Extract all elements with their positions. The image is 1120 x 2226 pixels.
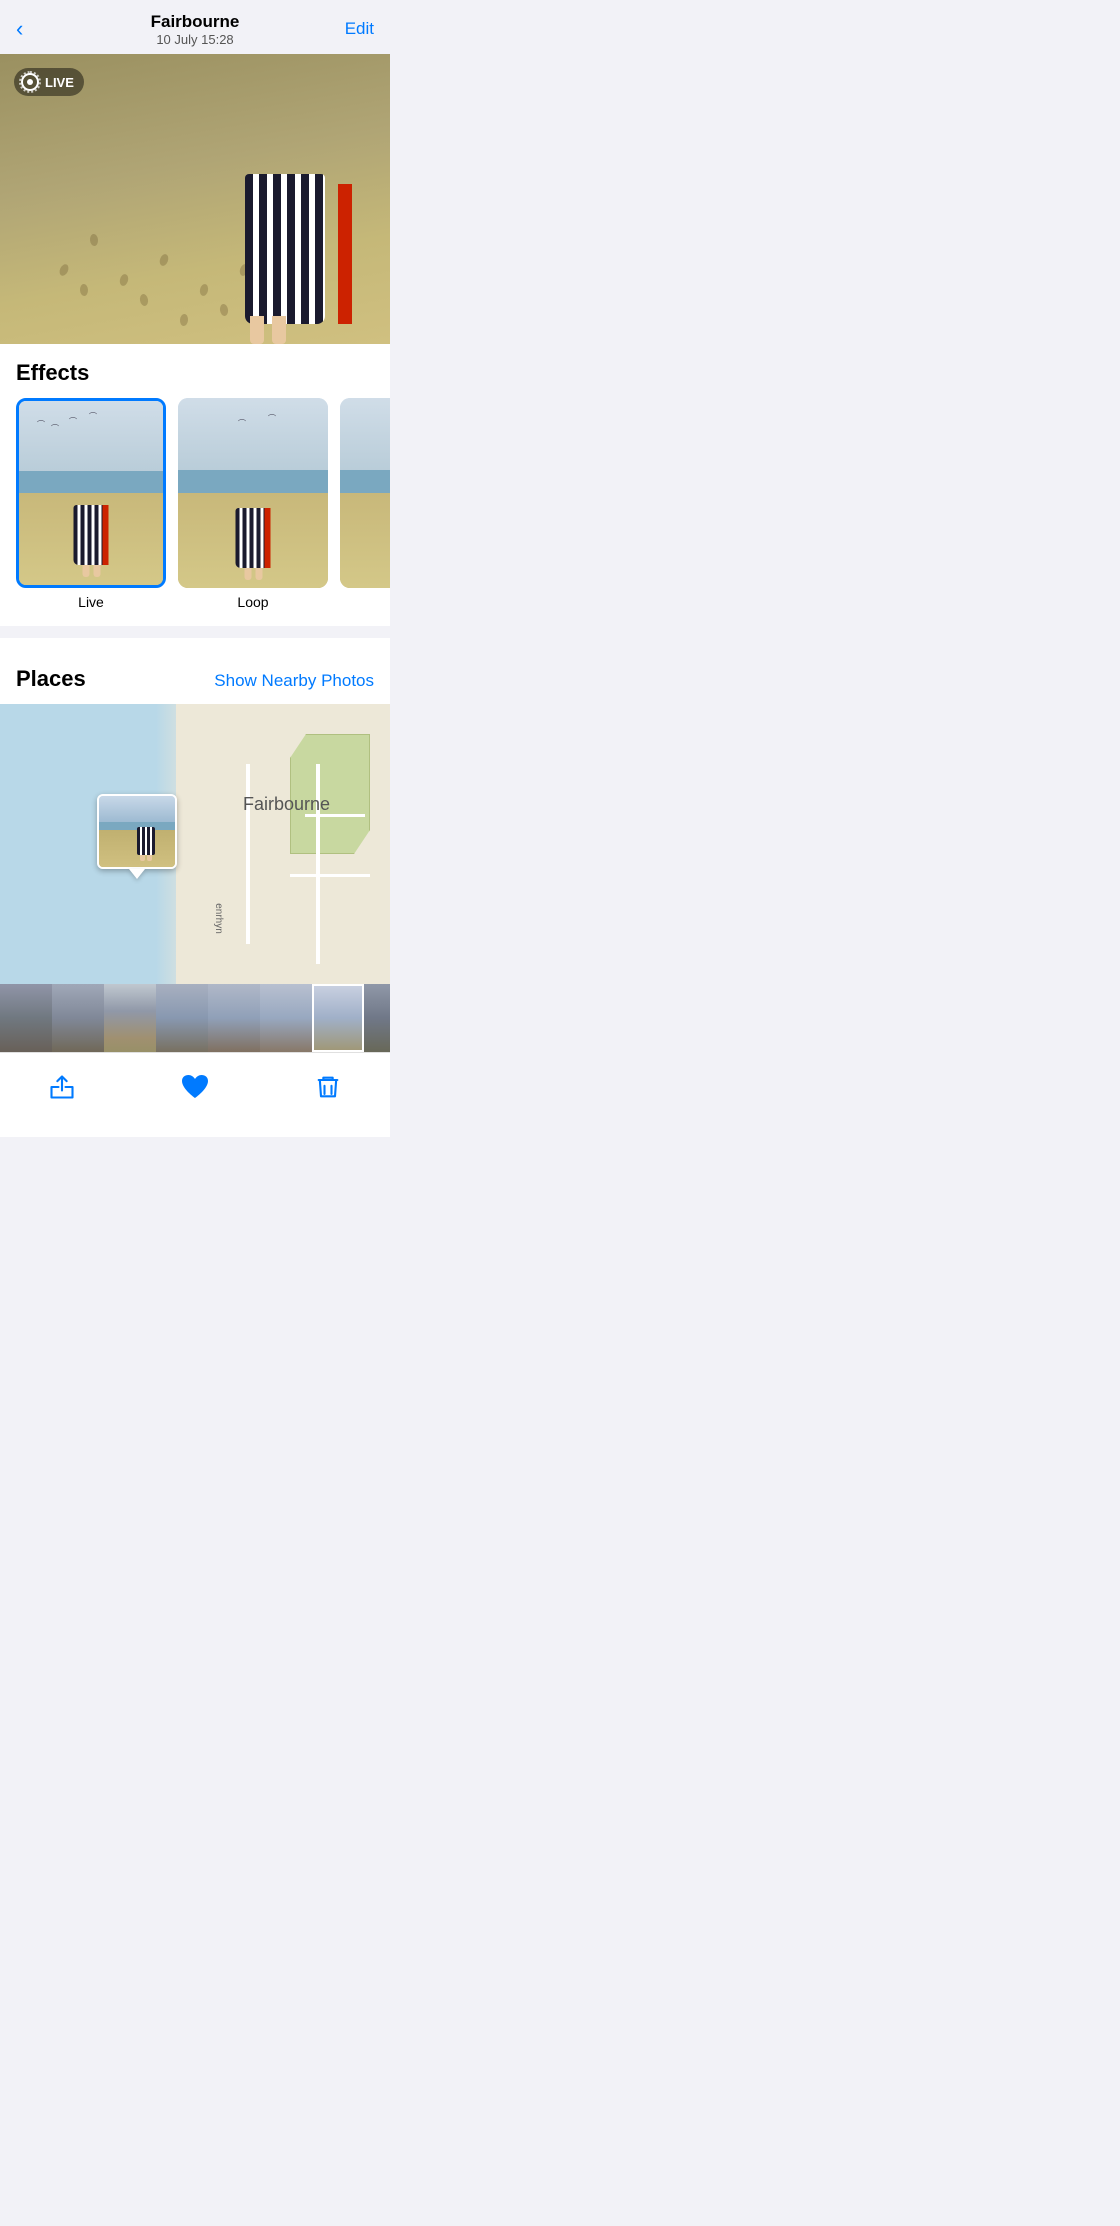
delete-button[interactable] (306, 1065, 350, 1109)
effect-thumb-bounce[interactable]: ⌒ ⌒ (340, 398, 390, 588)
effect-label-live: Live (16, 594, 166, 610)
strip-thumb-8[interactable] (364, 984, 390, 1052)
effect-thumb-live[interactable]: ⌒ ⌒ ⌒ ⌒ (16, 398, 166, 588)
effects-header: Effects (0, 360, 390, 398)
effect-item-live[interactable]: ⌒ ⌒ ⌒ ⌒ Live (16, 398, 166, 610)
strip-thumb-1[interactable] (0, 984, 52, 1052)
child-figure (230, 134, 360, 344)
effects-row[interactable]: ⌒ ⌒ ⌒ ⌒ Live (0, 398, 390, 626)
strip-thumb-4[interactable] (156, 984, 208, 1052)
thumbnail-strip[interactable] (0, 984, 390, 1052)
places-title: Places (16, 666, 86, 692)
main-photo: LIVE (0, 54, 390, 344)
effects-section: Effects (0, 344, 390, 626)
strip-thumb-5[interactable] (208, 984, 260, 1052)
back-button[interactable]: ‹ (16, 12, 31, 46)
strip-thumb-active[interactable] (312, 984, 364, 1052)
strip-thumb-3[interactable] (104, 984, 156, 1052)
effect-item-bounce[interactable]: ⌒ ⌒ Bounce (340, 398, 390, 610)
favorite-button[interactable] (172, 1065, 218, 1109)
live-ring-icon (20, 72, 40, 92)
edit-button[interactable]: Edit (345, 19, 374, 39)
show-nearby-photos-button[interactable]: Show Nearby Photos (214, 671, 374, 691)
header-center: Fairbourne 10 July 15:28 (151, 12, 240, 47)
map-photo-pointer (129, 869, 145, 879)
divider-1 (0, 626, 390, 638)
map-street-label: enrhyn (213, 903, 224, 934)
effect-thumb-loop[interactable]: ⌒ ⌒ (178, 398, 328, 588)
strip-thumb-6[interactable] (260, 984, 312, 1052)
places-header: Places Show Nearby Photos (0, 666, 390, 704)
live-icon (21, 73, 39, 91)
scroll-section: Effects (0, 344, 390, 984)
effect-item-loop[interactable]: ⌒ ⌒ Loop (178, 398, 328, 610)
strip-thumb-2[interactable] (52, 984, 104, 1052)
effects-title: Effects (16, 360, 89, 386)
header: ‹ Fairbourne 10 July 15:28 Edit (0, 0, 390, 54)
map-photo-pin[interactable] (97, 794, 177, 879)
effect-label-loop: Loop (178, 594, 328, 610)
map-location-label: Fairbourne (243, 794, 330, 815)
live-badge[interactable]: LIVE (14, 68, 84, 96)
map-view[interactable]: Fairbourne enrhyn (0, 704, 390, 984)
map-road-4 (246, 764, 250, 944)
map-road-3 (290, 874, 370, 877)
live-label: LIVE (45, 75, 74, 90)
places-section: Places Show Nearby Photos Fairbourne enr… (0, 650, 390, 984)
share-button[interactable] (40, 1065, 84, 1109)
photo-date: 10 July 15:28 (151, 32, 240, 47)
photo-title: Fairbourne (151, 12, 240, 32)
map-photo-thumb (97, 794, 177, 869)
effect-label-bounce: Bounce (340, 594, 390, 610)
bottom-toolbar (0, 1052, 390, 1137)
